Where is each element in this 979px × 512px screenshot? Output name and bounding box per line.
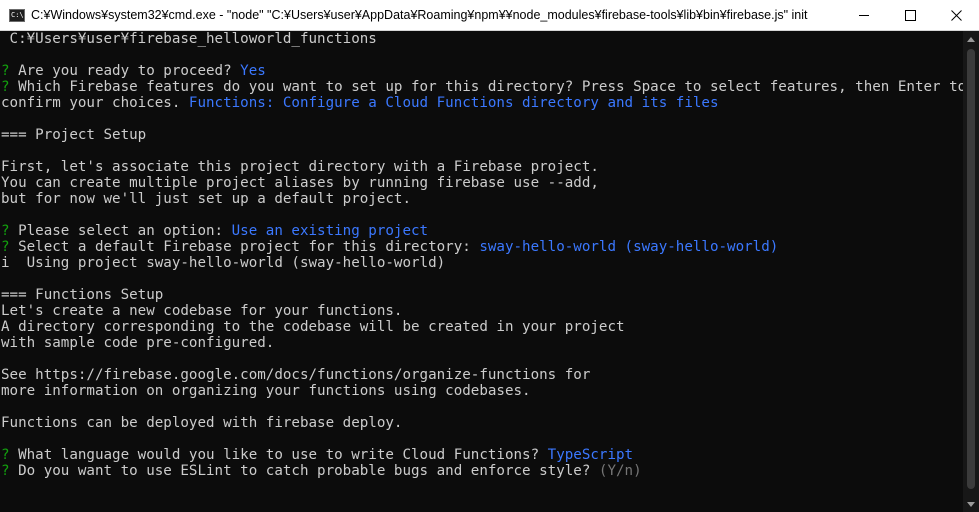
window-title: C:¥Windows¥system32¥cmd.exe - "node" "C:… (31, 8, 808, 22)
terminal-line: You can create multiple project aliases … (0, 175, 963, 191)
terminal-line: with sample code pre-configured. (0, 335, 963, 351)
prompt-answer: Functions: Configure a Cloud Functions d… (188, 95, 719, 111)
prompt-question-mark: ? (1, 239, 10, 255)
terminal-text: more information on organizing your func… (1, 383, 531, 399)
terminal-line: but for now we'll just set up a default … (0, 191, 963, 207)
terminal-line: confirm your choices. Functions: Configu… (0, 95, 963, 111)
terminal-line: ? What language would you like to use to… (0, 447, 963, 463)
prompt-answer: TypeScript (547, 447, 634, 463)
prompt-answer: Yes (240, 63, 266, 79)
terminal-line: Functions can be deployed with firebase … (0, 415, 963, 431)
maximize-icon (904, 9, 916, 21)
terminal-text: Please select an option: (9, 223, 232, 239)
terminal-text: Using project sway-hello-world (sway-hel… (9, 255, 446, 271)
terminal-line: ? Are you ready to proceed? Yes (0, 63, 963, 79)
terminal-text: but for now we'll just set up a default … (1, 191, 411, 207)
terminal-line: more information on organizing your func… (0, 383, 963, 399)
prompt-answer: sway-hello-world (sway-hello-world) (479, 239, 779, 255)
terminal-line: === Project Setup (0, 127, 963, 143)
prompt-hint: (Y/n) (598, 463, 642, 479)
terminal-text: with sample code pre-configured. (1, 335, 275, 351)
terminal-text: See https://firebase.google.com/docs/fun… (1, 367, 591, 383)
terminal-line: === Functions Setup (0, 287, 963, 303)
terminal-text: Select a default Firebase project for th… (9, 239, 480, 255)
scroll-down-arrow-icon (967, 501, 975, 507)
prompt-answer: Use an existing project (231, 223, 429, 239)
terminal-text: A directory corresponding to the codebas… (1, 319, 625, 335)
scroll-up-arrow-icon (967, 36, 975, 42)
terminal-line: C:¥Users¥user¥firebase_helloworld_functi… (0, 31, 963, 47)
title-bar[interactable]: C:\ C:¥Windows¥system32¥cmd.exe - "node"… (0, 0, 979, 31)
vertical-scrollbar[interactable] (963, 31, 979, 512)
terminal-line: First, let's associate this project dire… (0, 159, 963, 175)
prompt-question-mark: ? (1, 223, 10, 239)
terminal-text: Which Firebase features do you want to s… (9, 79, 963, 95)
terminal-text: confirm your choices. (1, 95, 189, 111)
terminal-text: First, let's associate this project dire… (1, 159, 599, 175)
maximize-button[interactable] (887, 0, 933, 31)
terminal-text: C:¥Users¥user¥firebase_helloworld_functi… (1, 31, 377, 47)
terminal-line: i Using project sway-hello-world (sway-h… (0, 255, 963, 271)
scroll-up-button[interactable] (963, 31, 979, 47)
terminal-line: See https://firebase.google.com/docs/fun… (0, 367, 963, 383)
prompt-question-mark: ? (1, 79, 10, 95)
terminal-line: ? Do you want to use ESLint to catch pro… (0, 463, 963, 479)
terminal-line: A directory corresponding to the codebas… (0, 319, 963, 335)
terminal-text: What language would you like to use to w… (9, 447, 548, 463)
window-controls (841, 0, 979, 31)
cmd-app-icon[interactable]: C:\ (9, 8, 25, 22)
scroll-down-button[interactable] (963, 496, 979, 512)
terminal-line: ? Select a default Firebase project for … (0, 239, 963, 255)
terminal-text: Do you want to use ESLint to catch proba… (9, 463, 599, 479)
close-icon (950, 9, 962, 21)
minimize-button[interactable] (841, 0, 887, 31)
prompt-question-mark: ? (1, 463, 10, 479)
prompt-question-mark: ? (1, 63, 10, 79)
terminal-text: Functions can be deployed with firebase … (1, 415, 403, 431)
scrollbar-thumb[interactable] (967, 49, 975, 489)
terminal-text: Let's create a new codebase for your fun… (1, 303, 403, 319)
info-marker: i (1, 255, 10, 271)
terminal-output[interactable]: C:¥Users¥user¥firebase_helloworld_functi… (0, 31, 963, 512)
terminal-line: ? Which Firebase features do you want to… (0, 79, 963, 95)
terminal-text: === Project Setup (1, 127, 147, 143)
terminal-text: === Functions Setup (1, 287, 164, 303)
terminal-line: Let's create a new codebase for your fun… (0, 303, 963, 319)
prompt-question-mark: ? (1, 447, 10, 463)
terminal-text: Are you ready to proceed? (9, 63, 241, 79)
terminal-text: You can create multiple project aliases … (1, 175, 599, 191)
close-button[interactable] (933, 0, 979, 31)
terminal-line: ? Please select an option: Use an existi… (0, 223, 963, 239)
minimize-icon (859, 15, 869, 16)
